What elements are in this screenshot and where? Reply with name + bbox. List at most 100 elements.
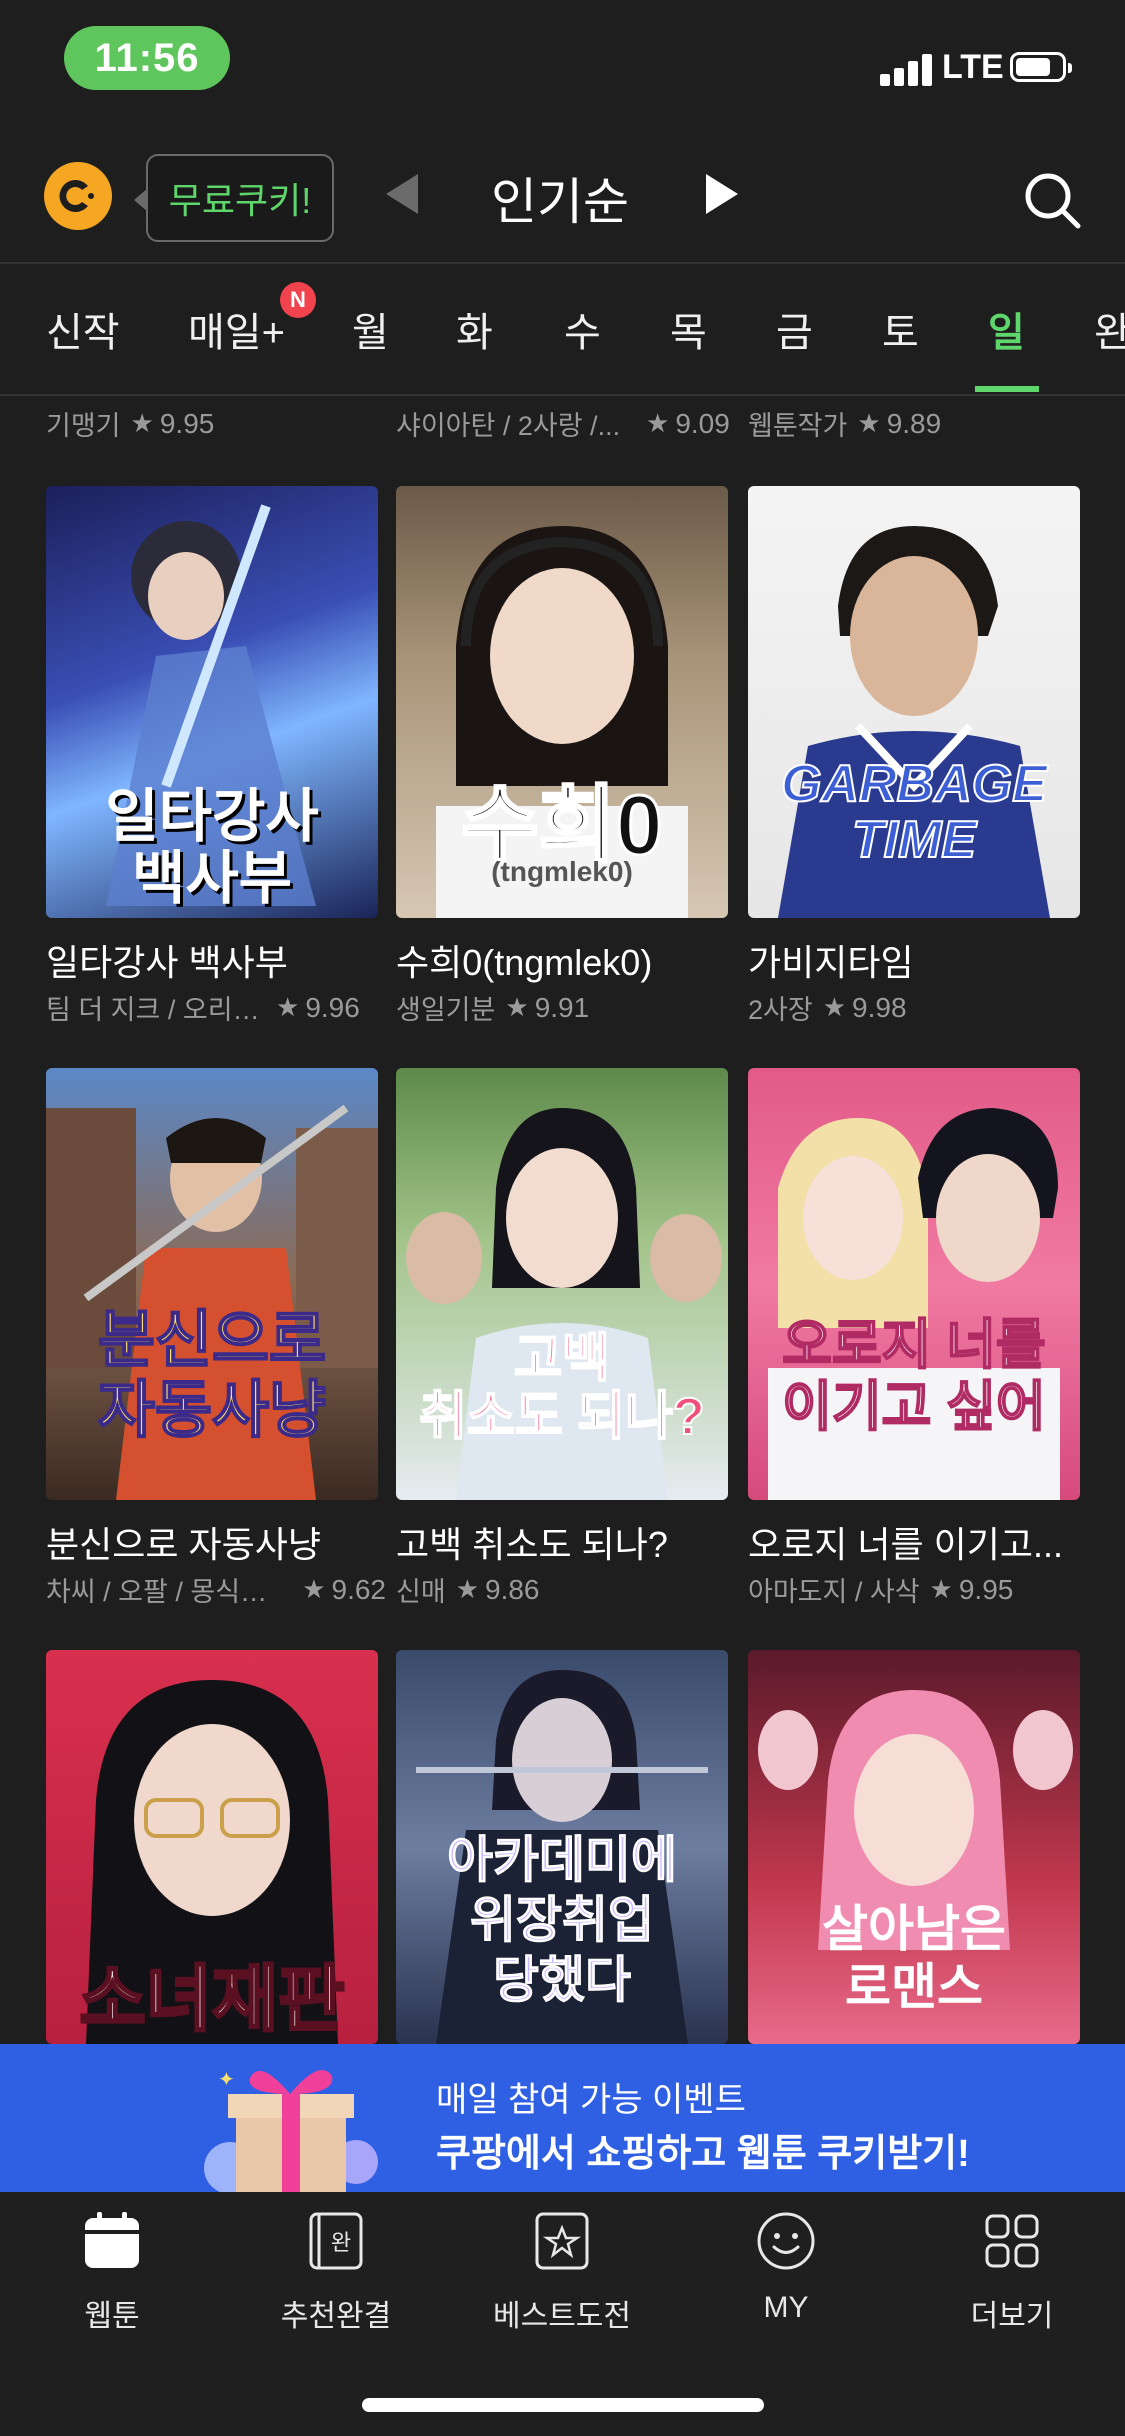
day-tabs: 신작 매일+ N 월 화 수 목 금 토 일 완 bbox=[0, 264, 1125, 394]
list-item-meta: 기맹기 ★ 9.95 bbox=[46, 404, 366, 443]
cover-title-text: GARBAGE TIME bbox=[780, 755, 1048, 869]
list-item-meta: 생일기분 ★ 9.91 bbox=[396, 988, 728, 1027]
webtoon-cover[interactable]: 아카데미에 위장취업 당했다 bbox=[396, 1650, 728, 2044]
webtoon-title[interactable]: 고백 취소도 되나? bbox=[396, 1516, 736, 1568]
smiley-icon bbox=[757, 2212, 815, 2270]
webtoon-title[interactable]: 가비지타임 bbox=[748, 934, 1078, 986]
webtoon-title[interactable]: 오로지 너를 이기고... bbox=[748, 1516, 1078, 1568]
star-icon: ★ bbox=[302, 1574, 326, 1604]
author-name: 샤이아탄 / 2사랑 /... bbox=[396, 411, 621, 441]
nav-recommended-complete[interactable]: 완 추천완결 bbox=[246, 2210, 426, 2335]
tab-thursday[interactable]: 목 bbox=[670, 300, 707, 358]
author-name: 생일기분 bbox=[396, 995, 496, 1025]
nav-my[interactable]: MY bbox=[696, 2210, 876, 2325]
webtoon-cover[interactable]: 소녀재판 bbox=[46, 1650, 378, 2044]
banner-title: 쿠팡에서 쇼핑하고 웹툰 쿠키받기! bbox=[436, 2133, 970, 2175]
author-name: 팀 더 지크 / 오리보… bbox=[46, 995, 266, 1025]
star-icon: ★ bbox=[455, 1574, 479, 1604]
status-time: 11:56 bbox=[64, 26, 230, 90]
triangle-right-icon[interactable] bbox=[706, 174, 738, 214]
webtoon-cover[interactable]: 일타강사 백사부 bbox=[46, 486, 378, 918]
status-bar: 11:56 LTE bbox=[0, 0, 1125, 120]
list-item-meta: 샤이아탄 / 2사랑 /... ★ 9.09 bbox=[396, 404, 736, 443]
cover-title-text: 살아남은 로맨스 bbox=[822, 1901, 1006, 2015]
webtoon-title[interactable]: 수희0(tngmlek0) bbox=[396, 934, 736, 986]
rating: 9.95 bbox=[958, 1573, 1014, 1605]
author-name: 2사장 bbox=[748, 995, 813, 1025]
calendar-icon bbox=[85, 2212, 139, 2268]
star-icon: ★ bbox=[276, 992, 300, 1022]
author-name: 웹툰작가 bbox=[748, 411, 848, 441]
nav-label: 웹툰 bbox=[84, 2300, 140, 2333]
battery-icon bbox=[1010, 52, 1072, 82]
cover-subtitle-text: (tngmlek0) bbox=[491, 856, 633, 887]
triangle-left-icon[interactable] bbox=[386, 174, 418, 214]
sort-title[interactable]: 인기순 bbox=[420, 162, 700, 234]
webtoon-cover[interactable]: 살아남은 로맨스 bbox=[748, 1650, 1080, 2044]
active-tab-indicator bbox=[975, 386, 1039, 392]
list-item-meta: 웹툰작가 ★ 9.89 bbox=[748, 404, 1078, 443]
webtoon-cover[interactable]: 분신으로 자동사냥 bbox=[46, 1068, 378, 1500]
nav-label: 더보기 bbox=[970, 2300, 1054, 2333]
nav-label: 베스트도전 bbox=[493, 2300, 631, 2333]
tab-sunday[interactable]: 일 bbox=[988, 300, 1025, 358]
event-banner[interactable]: ✦ 매일 참여 가능 이벤트 쿠팡에서 쇼핑하고 웹툰 쿠키받기! bbox=[0, 2044, 1125, 2192]
top-header: 무료쿠키! 인기순 bbox=[0, 140, 1125, 260]
webtoon-title[interactable]: 분신으로 자동사냥 bbox=[46, 1516, 376, 1568]
webtoon-cover[interactable]: 고백 취소도 되나? bbox=[396, 1068, 728, 1500]
star-icon: ★ bbox=[929, 1574, 953, 1604]
list-item-meta: 신매 ★ 9.86 bbox=[396, 1570, 728, 1609]
rating: 9.96 bbox=[305, 991, 360, 1023]
nav-label: MY bbox=[763, 2291, 809, 2324]
rating: 9.86 bbox=[485, 1573, 540, 1605]
divider bbox=[0, 394, 1125, 396]
tab-completed[interactable]: 완 bbox=[1094, 300, 1125, 358]
tab-friday[interactable]: 금 bbox=[776, 300, 813, 358]
author-name: 신매 bbox=[396, 1577, 446, 1607]
gift-box-icon: ✦ bbox=[204, 2069, 378, 2192]
rating: 9.91 bbox=[534, 991, 590, 1023]
list-item-meta: 아마도지 / 사삭 ★ 9.95 bbox=[748, 1570, 1080, 1609]
rating: 9.95 bbox=[159, 407, 215, 439]
list-item-meta: 팀 더 지크 / 오리보… ★ 9.96 bbox=[46, 988, 378, 1027]
webtoon-cover[interactable]: GARBAGE TIME bbox=[748, 486, 1080, 918]
tab-new[interactable]: 신작 bbox=[46, 300, 120, 358]
home-indicator bbox=[362, 2398, 764, 2412]
star-icon: ★ bbox=[646, 408, 670, 438]
free-cookie-button[interactable]: 무료쿠키! bbox=[134, 154, 334, 242]
star-icon: ★ bbox=[822, 992, 847, 1022]
book-complete-icon: 완 bbox=[309, 2212, 363, 2270]
author-name: 기맹기 bbox=[46, 411, 121, 441]
author-name: 아마도지 / 사삭 bbox=[748, 1577, 920, 1607]
cover-title-text: 소녀재판 bbox=[78, 1959, 346, 2042]
list-item-meta: 2사장 ★ 9.98 bbox=[748, 988, 1080, 1027]
nav-webtoon[interactable]: 웹툰 bbox=[22, 2210, 202, 2335]
cover-title-text: 일타강사 백사부 bbox=[105, 784, 319, 911]
tab-saturday[interactable]: 토 bbox=[882, 300, 919, 358]
cover-title-text: 오로지 너를 이기고 싶어 bbox=[781, 1314, 1046, 1438]
rating: 9.89 bbox=[886, 407, 942, 439]
tab-wednesday[interactable]: 수 bbox=[564, 300, 601, 358]
nav-label: 추천완결 bbox=[280, 2300, 392, 2333]
nav-more[interactable]: 더보기 bbox=[922, 2210, 1102, 2335]
tab-tuesday[interactable]: 화 bbox=[456, 300, 493, 358]
webtoon-cover[interactable]: 수희0 (tngmlek0) bbox=[396, 486, 728, 918]
author-name: 차씨 / 오팔 / 몽식夢食 bbox=[46, 1577, 293, 1607]
cover-title-text: 분신으로 자동사냥 bbox=[97, 1305, 327, 1446]
star-icon: ★ bbox=[130, 408, 154, 438]
webtoon-cover[interactable]: 오로지 너를 이기고 싶어 bbox=[748, 1068, 1080, 1500]
network-type: LTE bbox=[942, 48, 1004, 86]
cookie-logo-icon[interactable] bbox=[44, 162, 112, 230]
list-item-meta: 차씨 / 오팔 / 몽식夢食 ★ 9.62 bbox=[46, 1570, 386, 1609]
search-icon[interactable] bbox=[1020, 168, 1084, 232]
cover-title-text: 아카데미에 위장취업 당했다 bbox=[447, 1832, 678, 2009]
nav-best-challenge[interactable]: 베스트도전 bbox=[472, 2210, 652, 2335]
tab-monday[interactable]: 월 bbox=[352, 300, 389, 358]
cover-title-text: 고백 취소도 되나? bbox=[418, 1329, 705, 1447]
signal-icon bbox=[880, 52, 934, 86]
webtoon-title[interactable]: 일타강사 백사부 bbox=[46, 934, 376, 986]
banner-subtitle: 매일 참여 가능 이벤트 bbox=[436, 2081, 746, 2119]
tab-daily-plus[interactable]: 매일+ bbox=[188, 300, 285, 358]
rating: 9.98 bbox=[852, 991, 907, 1023]
svg-text:✦: ✦ bbox=[218, 2069, 235, 2091]
